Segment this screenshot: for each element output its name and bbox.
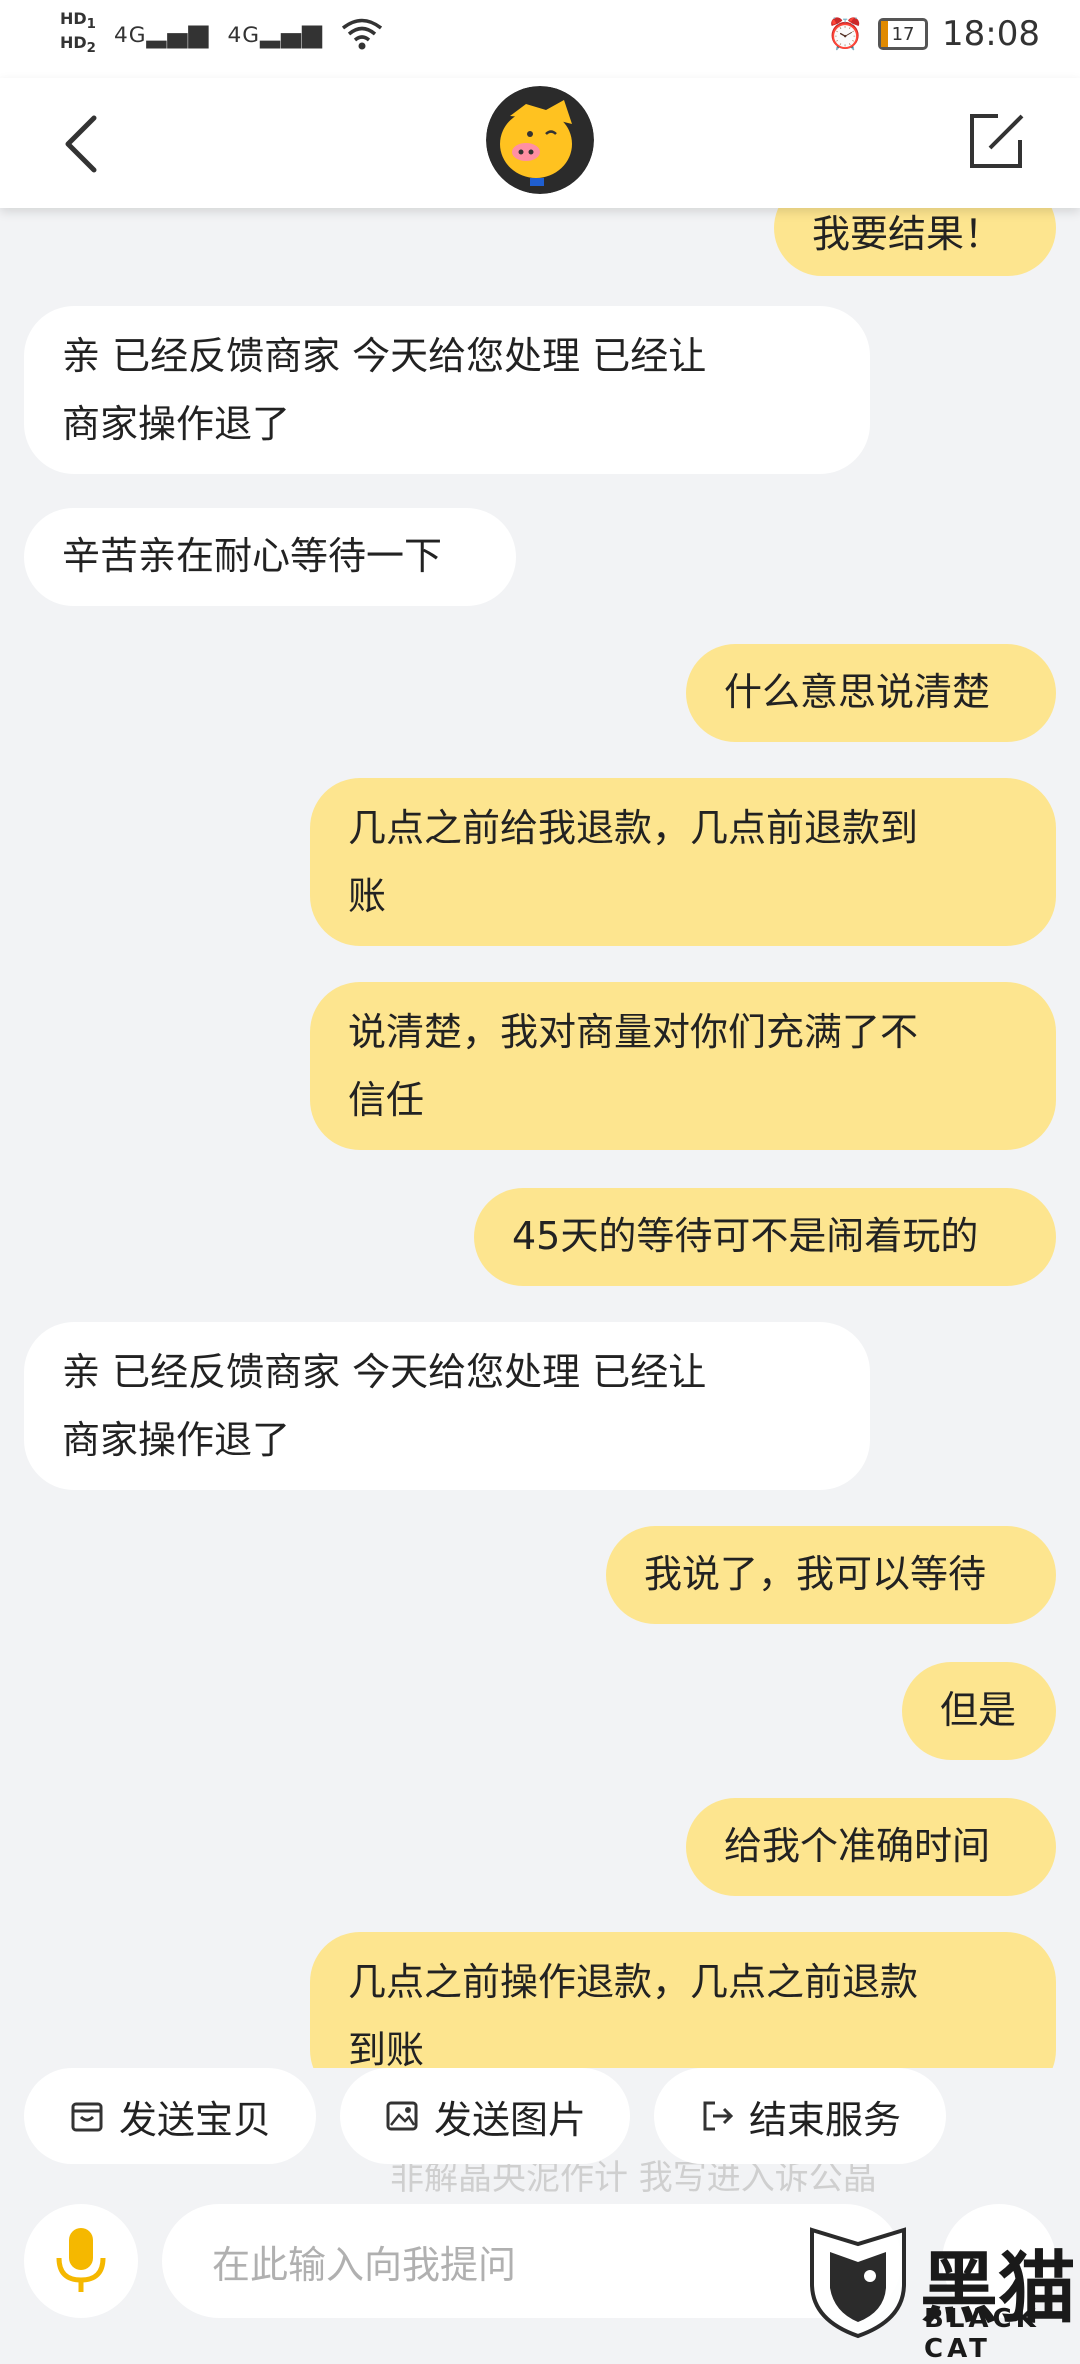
question-input[interactable]: 在此输入向我提问 xyxy=(162,2204,902,2318)
status-bar: HD1 HD2 4G▂▄▆ 4G▂▄▆ ⏰ 17 18:08 xyxy=(0,0,1080,78)
message-line: 几点之前给我退款，几点前退款到 xyxy=(348,806,919,850)
battery-fill xyxy=(881,21,889,47)
product-box-icon xyxy=(71,2102,103,2132)
message-text: 辛苦亲在耐心等待一下 xyxy=(62,534,443,578)
message-line: 账 xyxy=(348,874,387,918)
end-service-button[interactable]: 结束服务 xyxy=(654,2068,946,2164)
pig-mascot-avatar[interactable] xyxy=(486,86,594,194)
input-placeholder: 在此输入向我提问 xyxy=(212,2242,517,2287)
sim-labels: HD1 HD2 xyxy=(60,10,96,58)
sim1-hd-label: HD1 xyxy=(60,9,96,33)
voice-input-button[interactable] xyxy=(24,2204,138,2318)
message-bubble-outgoing: 给我个准确时间 xyxy=(686,1798,1056,1896)
message-line: 亲 已经反馈商家 今天给您处理 已经让 xyxy=(62,1350,707,1394)
chat-header xyxy=(0,78,1080,208)
send-product-button[interactable]: 发送宝贝 xyxy=(24,2068,316,2164)
message-text: 我说了，我可以等待 xyxy=(644,1552,987,1596)
message-line: 说清楚，我对商量对你们充满了不 xyxy=(348,1010,919,1054)
message-text: 给我个准确时间 xyxy=(724,1824,991,1868)
send-image-button[interactable]: 发送图片 xyxy=(340,2068,630,2164)
message-bubble-incoming: 亲 已经反馈商家 今天给您处理 已经让 商家操作退了 xyxy=(24,1322,870,1490)
chat-message-list[interactable]: 我要结果！ 亲 已经反馈商家 今天给您处理 已经让 商家操作退了 辛苦亲在耐心等… xyxy=(0,208,1080,2068)
send-product-label: 发送宝贝 xyxy=(118,2097,271,2142)
image-icon xyxy=(386,2101,418,2131)
message-bubble-outgoing: 我要结果！ xyxy=(774,208,1056,276)
sim2-hd-label: HD2 xyxy=(60,33,96,57)
message-bubble-outgoing: 几点之前操作退款，几点之前退款 到账 xyxy=(310,1932,1056,2068)
message-bubble-outgoing: 说清楚，我对商量对你们充满了不 信任 xyxy=(310,982,1056,1150)
message-line: 几点之前操作退款，几点之前退款 xyxy=(348,1960,919,2004)
edit-icon[interactable] xyxy=(964,110,1028,174)
status-time: 18:08 xyxy=(942,14,1040,54)
message-line: 到账 xyxy=(348,2028,425,2068)
microphone-icon xyxy=(56,2228,106,2292)
send-image-label: 发送图片 xyxy=(433,2097,586,2142)
network-indicators: HD1 HD2 4G▂▄▆ 4G▂▄▆ xyxy=(60,10,383,58)
message-line: 信任 xyxy=(348,1078,425,1122)
message-text: 我要结果！ xyxy=(812,212,1003,256)
wifi-icon xyxy=(341,18,383,50)
end-service-label: 结束服务 xyxy=(748,2097,901,2142)
message-bubble-outgoing: 几点之前给我退款，几点前退款到 账 xyxy=(310,778,1056,946)
status-right: ⏰ 17 18:08 xyxy=(827,14,1040,54)
battery-icon: 17 xyxy=(878,18,929,50)
message-line: 亲 已经反馈商家 今天给您处理 已经让 xyxy=(62,334,707,378)
battery-level: 17 xyxy=(891,23,915,45)
signal-icon: 4G▂▄▆ xyxy=(113,19,210,50)
message-text: 但是 xyxy=(940,1688,1017,1732)
message-text: 45天的等待可不是闹着玩的 xyxy=(512,1214,979,1258)
message-text: 什么意思说清楚 xyxy=(724,670,991,714)
message-line: 商家操作退了 xyxy=(62,1418,291,1462)
exit-icon xyxy=(703,2101,734,2131)
message-line: 商家操作退了 xyxy=(62,402,291,446)
message-bubble-incoming: 亲 已经反馈商家 今天给您处理 已经让 商家操作退了 xyxy=(24,306,870,474)
message-bubble-incoming: 辛苦亲在耐心等待一下 xyxy=(24,508,516,606)
network-type-1: 4G xyxy=(113,23,147,49)
message-bubble-outgoing: 什么意思说清楚 xyxy=(686,644,1056,742)
message-bubble-outgoing: 45天的等待可不是闹着玩的 xyxy=(474,1188,1056,1286)
message-bubble-outgoing: 我说了，我可以等待 xyxy=(606,1526,1056,1624)
signal-icon-2: 4G▂▄▆ xyxy=(227,19,324,50)
network-type-2: 4G xyxy=(227,23,261,49)
alarm-icon: ⏰ xyxy=(826,16,865,52)
chevron-left-icon[interactable] xyxy=(58,114,108,174)
watermark-brand-en: BLACK CAT xyxy=(924,2304,1040,2364)
message-bubble-outgoing: 但是 xyxy=(902,1662,1056,1760)
